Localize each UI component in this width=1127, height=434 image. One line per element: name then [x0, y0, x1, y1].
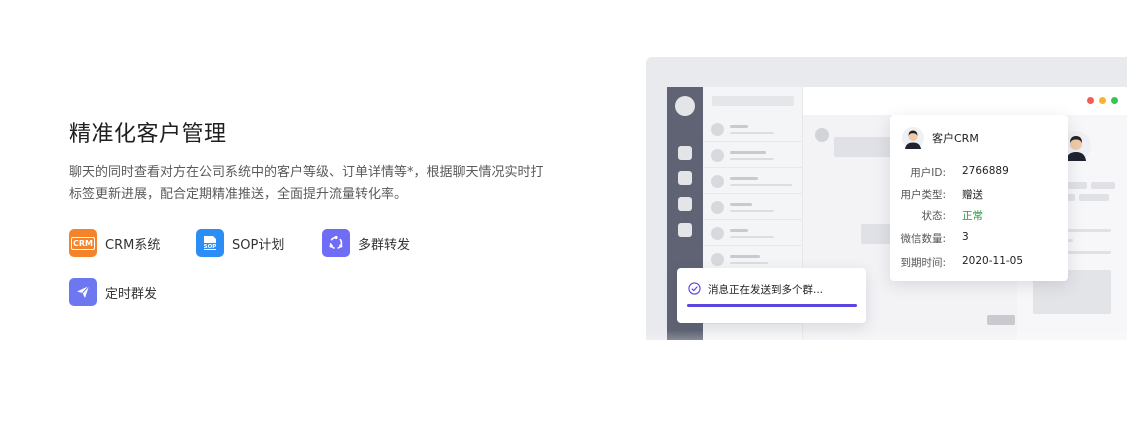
- section-description: 聊天的同时查看对方在公司系统中的客户等级、订单详情等*，根据聊天情况实时打标签更…: [69, 165, 544, 202]
- progress-bar: [687, 304, 857, 307]
- chat-bubble: [834, 137, 896, 157]
- crm-row-label: 到期时间:: [900, 257, 946, 269]
- minimize-dot: [1099, 97, 1106, 104]
- feature-scheduled-send[interactable]: 定时群发: [69, 278, 157, 306]
- section-title: 精准化客户管理: [69, 122, 227, 147]
- feature-crm[interactable]: CRM CRM系统: [69, 229, 160, 257]
- mockup-fade: [646, 330, 1127, 370]
- list-item: [703, 195, 803, 220]
- chat-button: [987, 315, 1015, 325]
- crm-row-value: 2020-11-05: [962, 255, 1024, 267]
- conversation-search: [712, 96, 794, 106]
- crm-icon-text: CRM: [71, 236, 95, 250]
- crm-row-status: 状态: 正常: [890, 208, 1068, 224]
- status-badge: 正常: [962, 210, 983, 222]
- sop-icon: SOP: [196, 229, 224, 257]
- crm-icon: CRM: [69, 229, 97, 257]
- check-circle-icon: [688, 282, 701, 295]
- crm-row-user-id: 用户ID: 2766889: [890, 165, 1068, 181]
- chat-avatar: [815, 128, 829, 142]
- crm-row-value: 3: [962, 231, 969, 243]
- send-icon: [69, 278, 97, 306]
- feature-sop[interactable]: SOP SOP计划: [196, 229, 284, 257]
- maximize-dot: [1111, 97, 1118, 104]
- sidebar-nav-icon: [678, 171, 692, 185]
- feature-forward-label: 多群转发: [358, 237, 411, 253]
- forward-icon: [322, 229, 350, 257]
- list-item: [703, 169, 803, 194]
- sidebar-nav-icon: [678, 223, 692, 237]
- crm-row-value: 赠送: [962, 189, 983, 201]
- crm-row-label: 用户ID:: [910, 167, 946, 179]
- sidebar-nav-icon: [678, 197, 692, 211]
- crm-row-expiry: 到期时间: 2020-11-05: [890, 255, 1068, 271]
- list-item: [703, 117, 803, 142]
- customer-crm-card: 客户CRM 用户ID: 2766889 用户类型: 赠送 状态: 正常 微信数量…: [890, 115, 1068, 281]
- crm-row-label: 状态:: [921, 210, 946, 222]
- crm-row-wechat-count: 微信数量: 3: [890, 231, 1068, 247]
- progress-fill: [687, 304, 857, 307]
- crm-row-value: 2766889: [962, 165, 1009, 177]
- feature-forward[interactable]: 多群转发: [322, 229, 410, 257]
- list-item: [703, 221, 803, 246]
- svg-text:SOP: SOP: [204, 244, 217, 250]
- crm-card-title: 客户CRM: [932, 132, 979, 145]
- crm-row-user-type: 用户类型: 赠送: [890, 187, 1068, 203]
- list-item: [703, 143, 803, 168]
- crm-card-header: 客户CRM: [902, 127, 979, 149]
- close-dot: [1087, 97, 1094, 104]
- toast-message: 消息正在发送到多个群...: [708, 284, 824, 296]
- feature-crm-label: CRM系统: [105, 237, 161, 253]
- customer-avatar: [902, 127, 924, 149]
- page: 精准化客户管理 聊天的同时查看对方在公司系统中的客户等级、订单详情等*，根据聊天…: [0, 0, 1127, 434]
- sidebar-nav-icon: [678, 146, 692, 160]
- feature-sop-label: SOP计划: [232, 237, 285, 253]
- crm-row-label: 微信数量:: [900, 233, 946, 245]
- sending-toast: 消息正在发送到多个群...: [677, 268, 866, 323]
- window-titlebar: [803, 87, 1127, 115]
- sidebar-avatar: [675, 96, 695, 116]
- crm-row-label: 用户类型:: [900, 189, 946, 201]
- feature-scheduled-send-label: 定时群发: [105, 286, 158, 302]
